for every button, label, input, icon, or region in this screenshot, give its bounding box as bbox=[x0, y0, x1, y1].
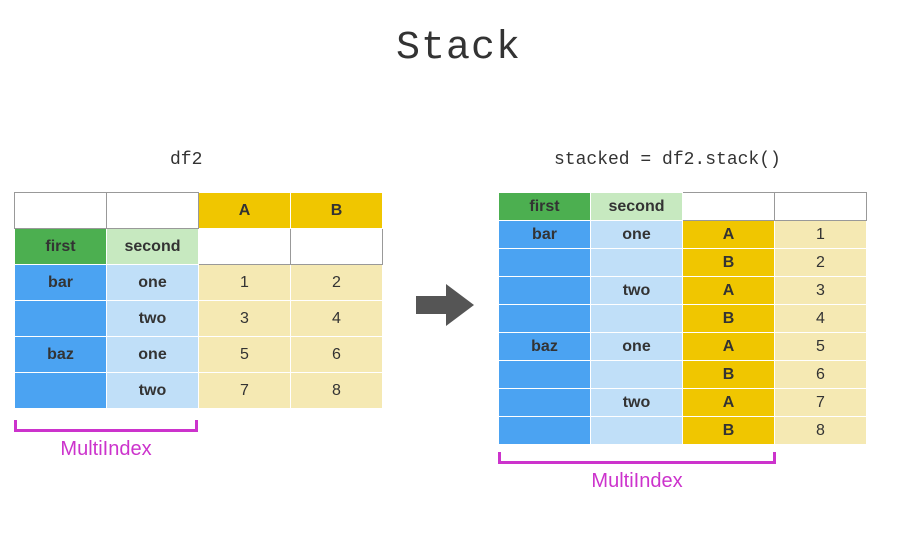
cell-blank bbox=[107, 193, 199, 229]
cell-blank bbox=[775, 193, 867, 221]
cell-first bbox=[499, 389, 591, 417]
caption-df2: df2 bbox=[170, 150, 202, 170]
cell-col: A bbox=[683, 333, 775, 361]
table-row: first second bbox=[15, 229, 383, 265]
table-row: baz one A 5 bbox=[499, 333, 867, 361]
table-row: two 3 4 bbox=[15, 301, 383, 337]
cell-col: B bbox=[683, 417, 775, 445]
cell-second bbox=[591, 305, 683, 333]
table-row: two 7 8 bbox=[15, 373, 383, 409]
cell-second: two bbox=[107, 373, 199, 409]
cell-first: bar bbox=[499, 221, 591, 249]
cell-first bbox=[499, 277, 591, 305]
cell-col: B bbox=[683, 361, 775, 389]
cell-second bbox=[591, 249, 683, 277]
cell-second: two bbox=[591, 277, 683, 305]
table-row: B 4 bbox=[499, 305, 867, 333]
cell-first: baz bbox=[499, 333, 591, 361]
table-row: B 6 bbox=[499, 361, 867, 389]
cell-col: B bbox=[683, 305, 775, 333]
multiindex-bracket-left bbox=[14, 420, 198, 432]
cell-blank bbox=[15, 193, 107, 229]
index-name-first: first bbox=[15, 229, 107, 265]
table-row: A B bbox=[15, 193, 383, 229]
cell-first: baz bbox=[15, 337, 107, 373]
index-name-first: first bbox=[499, 193, 591, 221]
cell-first bbox=[499, 305, 591, 333]
cell-first bbox=[15, 373, 107, 409]
cell-value: 4 bbox=[291, 301, 383, 337]
cell-second bbox=[591, 417, 683, 445]
cell-value: 8 bbox=[291, 373, 383, 409]
cell-blank bbox=[683, 193, 775, 221]
cell-value: 7 bbox=[199, 373, 291, 409]
table-row: bar one 1 2 bbox=[15, 265, 383, 301]
index-name-second: second bbox=[107, 229, 199, 265]
cell-blank bbox=[199, 229, 291, 265]
cell-first: bar bbox=[15, 265, 107, 301]
cell-value: 1 bbox=[775, 221, 867, 249]
multiindex-bracket-right bbox=[498, 452, 776, 464]
cell-second: two bbox=[591, 389, 683, 417]
cell-blank bbox=[291, 229, 383, 265]
cell-first bbox=[499, 361, 591, 389]
cell-col: A bbox=[683, 221, 775, 249]
table-row: B 2 bbox=[499, 249, 867, 277]
cell-col: A bbox=[683, 389, 775, 417]
cell-second: one bbox=[591, 333, 683, 361]
col-header-A: A bbox=[199, 193, 291, 229]
cell-first bbox=[499, 249, 591, 277]
cell-value: 3 bbox=[199, 301, 291, 337]
table-df2: A B first second bar one 1 2 two 3 4 baz… bbox=[14, 192, 383, 409]
index-name-second: second bbox=[591, 193, 683, 221]
cell-first bbox=[15, 301, 107, 337]
cell-value: 5 bbox=[199, 337, 291, 373]
cell-col: B bbox=[683, 249, 775, 277]
arrow-icon bbox=[416, 282, 476, 328]
cell-second: one bbox=[591, 221, 683, 249]
cell-value: 2 bbox=[775, 249, 867, 277]
cell-value: 3 bbox=[775, 277, 867, 305]
cell-value: 5 bbox=[775, 333, 867, 361]
cell-second bbox=[591, 361, 683, 389]
multiindex-label-left: MultiIndex bbox=[14, 438, 198, 461]
caption-stacked: stacked = df2.stack() bbox=[554, 150, 781, 170]
cell-value: 2 bbox=[291, 265, 383, 301]
table-row: baz one 5 6 bbox=[15, 337, 383, 373]
table-row: B 8 bbox=[499, 417, 867, 445]
cell-col: A bbox=[683, 277, 775, 305]
cell-second: one bbox=[107, 337, 199, 373]
table-row: bar one A 1 bbox=[499, 221, 867, 249]
cell-value: 4 bbox=[775, 305, 867, 333]
cell-value: 8 bbox=[775, 417, 867, 445]
cell-value: 6 bbox=[291, 337, 383, 373]
table-stacked: first second bar one A 1 B 2 two A 3 B 4… bbox=[498, 192, 867, 445]
page-title: Stack bbox=[0, 26, 917, 71]
cell-second: one bbox=[107, 265, 199, 301]
cell-second: two bbox=[107, 301, 199, 337]
cell-value: 7 bbox=[775, 389, 867, 417]
col-header-B: B bbox=[291, 193, 383, 229]
table-row: first second bbox=[499, 193, 867, 221]
cell-value: 6 bbox=[775, 361, 867, 389]
cell-first bbox=[499, 417, 591, 445]
multiindex-label-right: MultiIndex bbox=[498, 470, 776, 493]
table-row: two A 3 bbox=[499, 277, 867, 305]
table-row: two A 7 bbox=[499, 389, 867, 417]
cell-value: 1 bbox=[199, 265, 291, 301]
